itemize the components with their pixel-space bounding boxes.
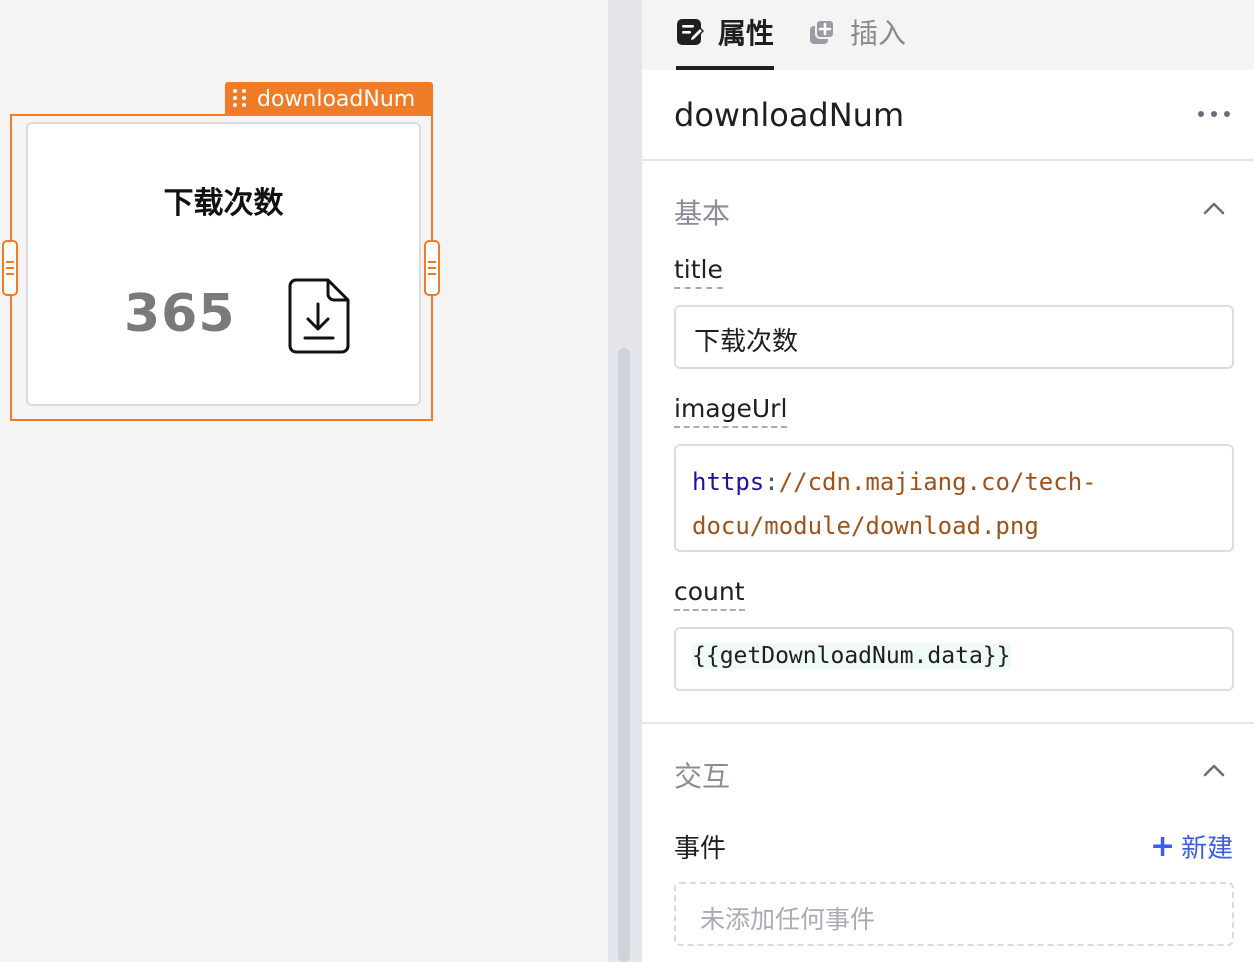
active-tab-indicator — [676, 66, 774, 70]
tab-insert-label: 插入 — [850, 17, 907, 50]
chevron-up-icon[interactable] — [1202, 200, 1226, 216]
tab-insert[interactable]: 插入 — [808, 12, 906, 52]
download-count-card[interactable]: 下载次数 365 — [26, 122, 421, 406]
component-tag-label: downloadNum — [257, 86, 416, 112]
properties-panel: 属性 插入 downloadNum 基本 title 下载次数 imageUrl… — [642, 0, 1254, 962]
url-path-line1: //cdn.majiang.co/tech- — [778, 468, 1097, 496]
drag-handle-icon[interactable] — [233, 89, 247, 109]
file-download-icon — [288, 278, 350, 354]
component-tag[interactable]: downloadNum — [225, 82, 433, 116]
field-label-title: title — [674, 255, 723, 289]
new-event-button[interactable]: + 新建 — [1150, 828, 1233, 865]
url-scheme: https — [692, 468, 765, 496]
resize-handle-right[interactable] — [424, 240, 440, 296]
count-input[interactable]: {{getDownloadNum.data}} — [674, 627, 1234, 691]
component-name: downloadNum — [674, 96, 905, 134]
field-label-imageurl: imageUrl — [674, 394, 788, 428]
field-label-count: count — [674, 577, 745, 611]
scrollbar-thumb[interactable] — [618, 348, 630, 962]
section-title-basic[interactable]: 基本 — [674, 192, 730, 232]
events-label: 事件 — [674, 834, 727, 864]
divider — [642, 159, 1254, 161]
tab-properties-label: 属性 — [718, 17, 775, 50]
events-empty-placeholder: 未添加任何事件 — [674, 882, 1234, 946]
tab-properties[interactable]: 属性 — [676, 12, 774, 52]
section-title-interaction[interactable]: 交互 — [674, 755, 730, 795]
count-expression: {{getDownloadNum.data}} — [692, 643, 1011, 669]
chevron-up-icon[interactable] — [1202, 762, 1226, 778]
card-count: 365 — [124, 284, 236, 344]
new-event-label: 新建 — [1181, 834, 1234, 864]
more-horizontal-icon[interactable] — [1198, 104, 1230, 124]
plus-icon: + — [1150, 829, 1176, 864]
resize-handle-left[interactable] — [2, 240, 18, 296]
url-path-line2: docu/module/download.png — [692, 512, 1039, 540]
imageurl-input[interactable]: https://cdn.majiang.co/tech- docu/module… — [674, 444, 1234, 552]
card-title: 下载次数 — [163, 186, 284, 221]
panel-tabbar: 属性 插入 — [642, 0, 1254, 70]
url-colon: : — [764, 468, 779, 496]
divider — [642, 722, 1254, 724]
edit-properties-icon — [677, 19, 704, 45]
title-input[interactable]: 下载次数 — [674, 305, 1234, 369]
insert-copy-icon — [810, 19, 835, 44]
